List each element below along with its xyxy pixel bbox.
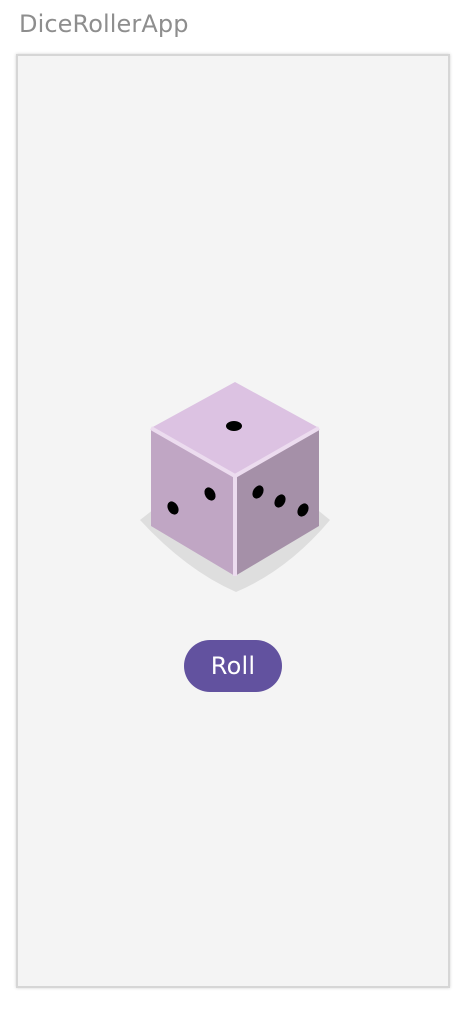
device-screen: Roll (16, 54, 450, 988)
dice-pip (226, 421, 242, 431)
app-title: DiceRollerApp (19, 10, 189, 38)
dice-image (138, 380, 334, 594)
dice-icon (140, 382, 330, 592)
roll-button[interactable]: Roll (184, 640, 282, 692)
